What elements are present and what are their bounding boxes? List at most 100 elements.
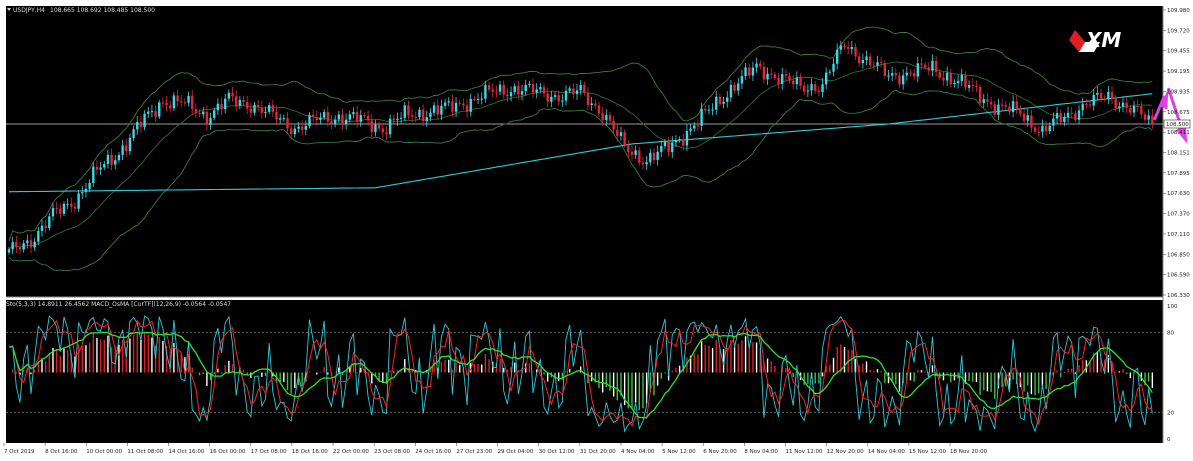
- candle-body: [1107, 92, 1110, 99]
- chart-window[interactable]: 109.980 109.720 109.455 109.195 108.935 108.6…: [0, 0, 1193, 461]
- time-label: 31 Oct 20:00: [580, 449, 616, 455]
- candle-body: [40, 225, 44, 231]
- candle-body: [923, 64, 927, 68]
- candle-body: [887, 75, 890, 77]
- candle-body: [44, 225, 47, 228]
- candle-body: [125, 145, 128, 152]
- candle-body: [224, 98, 227, 110]
- candle-body: [1022, 113, 1026, 121]
- candle-body: [953, 83, 956, 85]
- candle-body: [975, 85, 978, 88]
- candle-body: [806, 90, 810, 92]
- candle-body: [726, 97, 729, 102]
- candle-body: [1026, 115, 1029, 121]
- candle-body: [671, 142, 674, 153]
- candle-body: [194, 109, 198, 113]
- candle-body: [601, 113, 604, 121]
- candle-body: [868, 56, 872, 66]
- candle-body: [846, 47, 850, 49]
- candle-body: [531, 83, 535, 93]
- candle-body: [216, 103, 220, 111]
- candle-body: [1008, 106, 1011, 112]
- candle-body: [22, 243, 25, 250]
- time-axis[interactable]: 7 Oct 2019 8 Oct 16:00 10 Oct 00:00 11 Oct …: [3, 443, 988, 455]
- candle-body: [7, 249, 11, 253]
- candle-body: [879, 62, 883, 64]
- price-label: 108.675: [1167, 110, 1190, 116]
- candle-body: [462, 103, 465, 106]
- price-label: 107.110: [1167, 232, 1190, 238]
- chart-canvas[interactable]: 109.980 109.720 109.455 109.195 108.935 108.6…: [0, 0, 1193, 461]
- candle-body: [158, 102, 161, 117]
- candle-body: [99, 167, 102, 170]
- candle-body: [700, 108, 703, 126]
- candle-body: [634, 150, 637, 155]
- candle-body: [748, 67, 751, 76]
- candle-body: [1059, 113, 1062, 122]
- candle-body: [572, 88, 575, 95]
- candle-body: [454, 102, 458, 112]
- candle-body: [491, 89, 494, 92]
- candle-body: [447, 101, 450, 103]
- candle-body: [385, 132, 388, 135]
- candle-body: [1099, 92, 1103, 99]
- candle-body: [55, 208, 58, 210]
- candle-body: [388, 118, 392, 135]
- candle-body: [1092, 94, 1095, 106]
- candle-body: [781, 74, 784, 84]
- candle-body: [854, 47, 857, 57]
- candle-body: [1081, 104, 1084, 111]
- candle-body: [813, 84, 817, 91]
- candle-body: [883, 62, 887, 76]
- candle-body: [172, 95, 176, 109]
- time-label: 8 Oct 16:00: [45, 449, 78, 455]
- candle-body: [638, 150, 641, 163]
- candle-body: [546, 93, 549, 102]
- candle-body: [399, 117, 403, 119]
- time-label: 7 Oct 2019: [4, 449, 35, 455]
- candle-body: [722, 101, 725, 104]
- candle-body: [143, 113, 146, 128]
- candle-body: [762, 66, 766, 80]
- candle-body: [150, 111, 154, 113]
- main-pane[interactable]: [6, 6, 1163, 297]
- candle-body: [117, 154, 121, 161]
- candle-body: [326, 111, 330, 122]
- candle-body: [608, 115, 612, 121]
- candle-body: [1015, 101, 1018, 109]
- candle-body: [645, 162, 648, 165]
- candle-body: [755, 63, 758, 68]
- candle-body: [289, 128, 293, 135]
- candle-body: [487, 85, 491, 90]
- candle-body: [997, 104, 1000, 115]
- candle-body: [513, 86, 516, 93]
- candle-body: [865, 56, 868, 61]
- candle-body: [843, 45, 846, 48]
- candle-body: [693, 125, 696, 129]
- candle-body: [1074, 113, 1077, 120]
- candle-body: [311, 114, 315, 117]
- candle-body: [517, 86, 520, 95]
- candle-body: [1048, 125, 1051, 132]
- time-label: 6 Nov 20:00: [703, 449, 737, 455]
- candle-body: [1030, 115, 1033, 128]
- price-axis[interactable]: 109.980 109.720 109.455 109.195 108.935 108.6…: [1163, 8, 1191, 299]
- candle-body: [15, 242, 18, 248]
- candle-body: [407, 105, 410, 116]
- candle-body: [136, 122, 139, 130]
- candle-body: [429, 112, 432, 118]
- candle-body: [520, 91, 524, 95]
- candle-body: [535, 89, 538, 93]
- candle-body: [678, 139, 681, 141]
- candle-body: [202, 111, 205, 115]
- candle-body: [561, 100, 564, 102]
- time-label: 11 Oct 08:00: [127, 449, 163, 455]
- candle-body: [1041, 125, 1044, 132]
- candle-body: [1143, 114, 1147, 120]
- candle-body: [73, 206, 77, 209]
- candle-body: [594, 103, 597, 106]
- candle-body: [949, 72, 952, 85]
- candle-body: [1147, 115, 1150, 120]
- time-label: 29 Oct 04:00: [498, 449, 534, 455]
- candle-body: [1004, 105, 1007, 107]
